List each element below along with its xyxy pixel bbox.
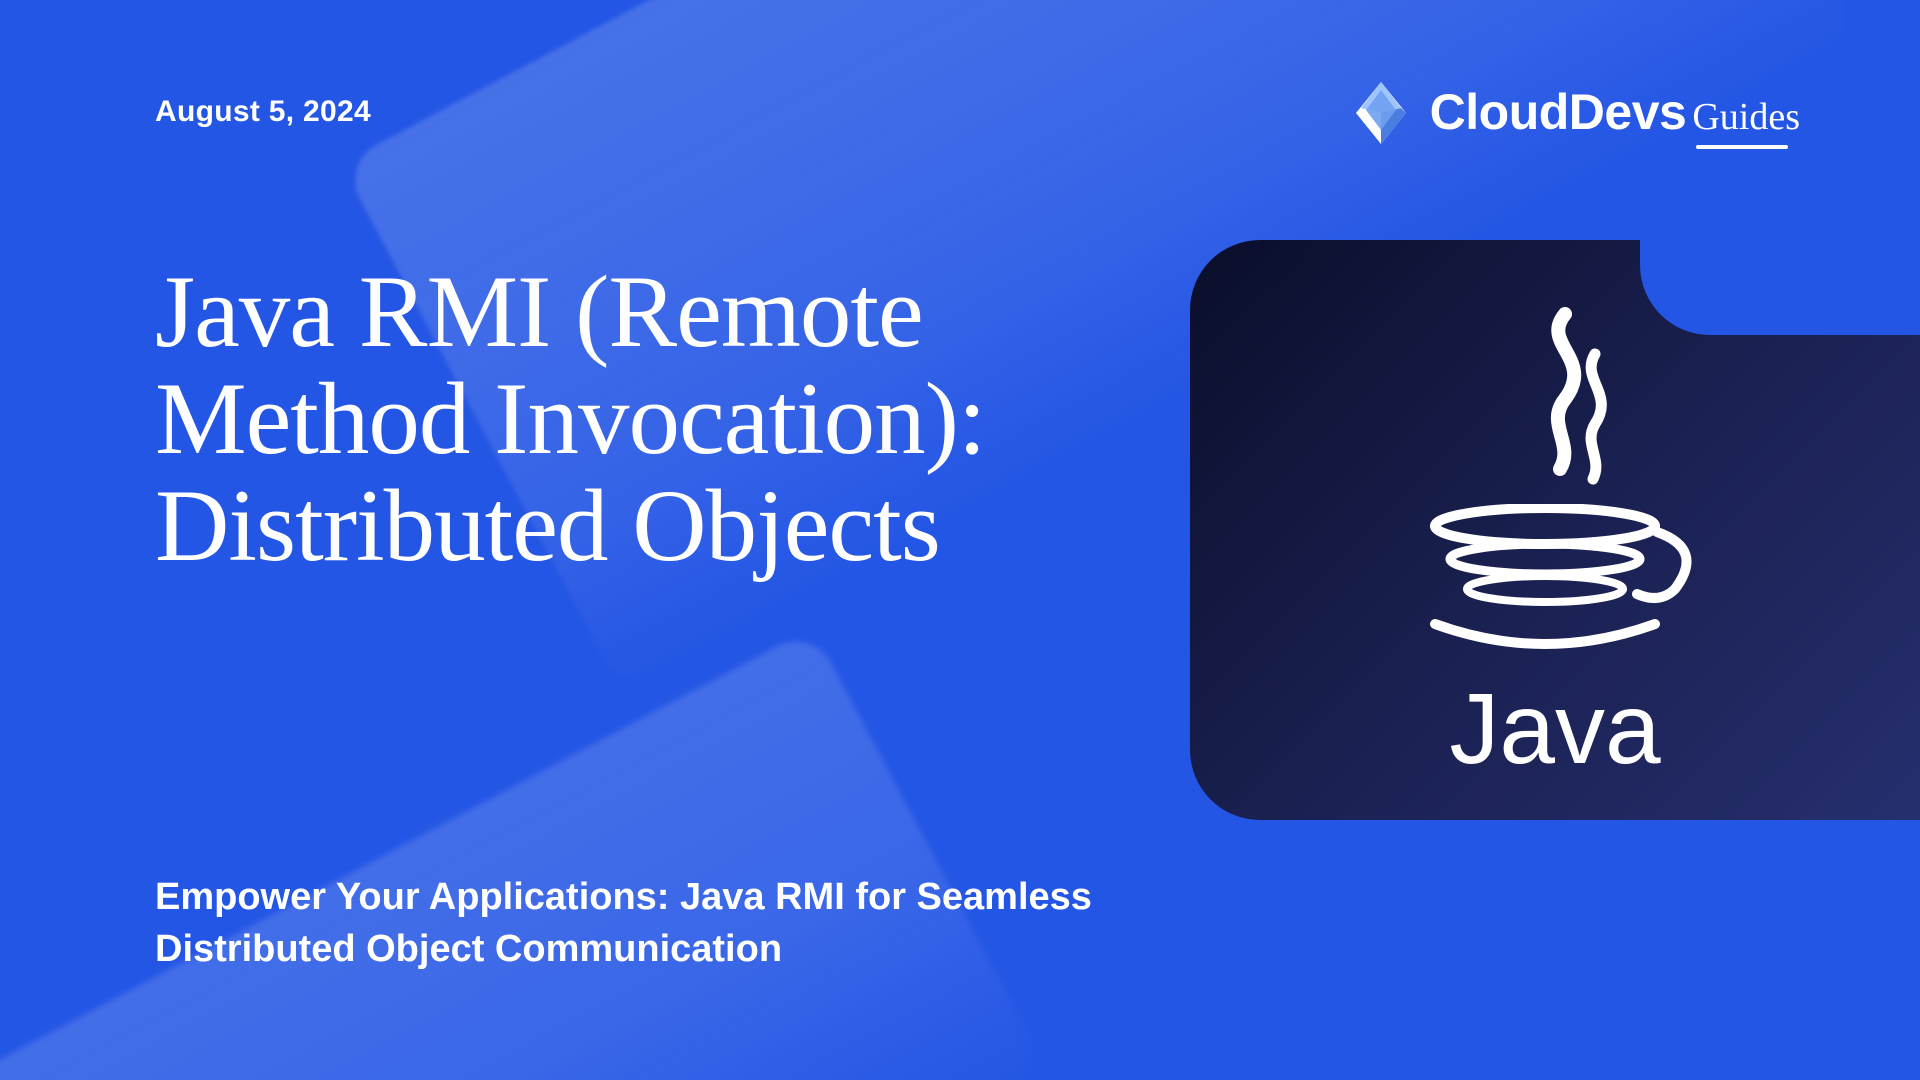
java-steam-icon — [1445, 304, 1665, 504]
java-cup-icon — [1405, 504, 1705, 664]
subtitle: Empower Your Applications: Java RMI for … — [155, 872, 1155, 975]
brand-text: CloudDevs Guides — [1430, 83, 1800, 143]
page-title: Java RMI (Remote Method Invocation): Dis… — [155, 259, 1155, 580]
brand-sub: Guides — [1692, 95, 1800, 143]
brand-name: CloudDevs — [1430, 83, 1687, 141]
slide-container: August 5, 2024 CloudDevs Guides Java RMI… — [0, 0, 1920, 1080]
clouddevs-logo-icon — [1346, 78, 1416, 148]
java-card: Java — [1190, 240, 1920, 820]
brand-block: CloudDevs Guides — [1346, 78, 1800, 148]
java-logo: Java — [1405, 304, 1705, 787]
java-wordmark: Java — [1449, 672, 1660, 787]
